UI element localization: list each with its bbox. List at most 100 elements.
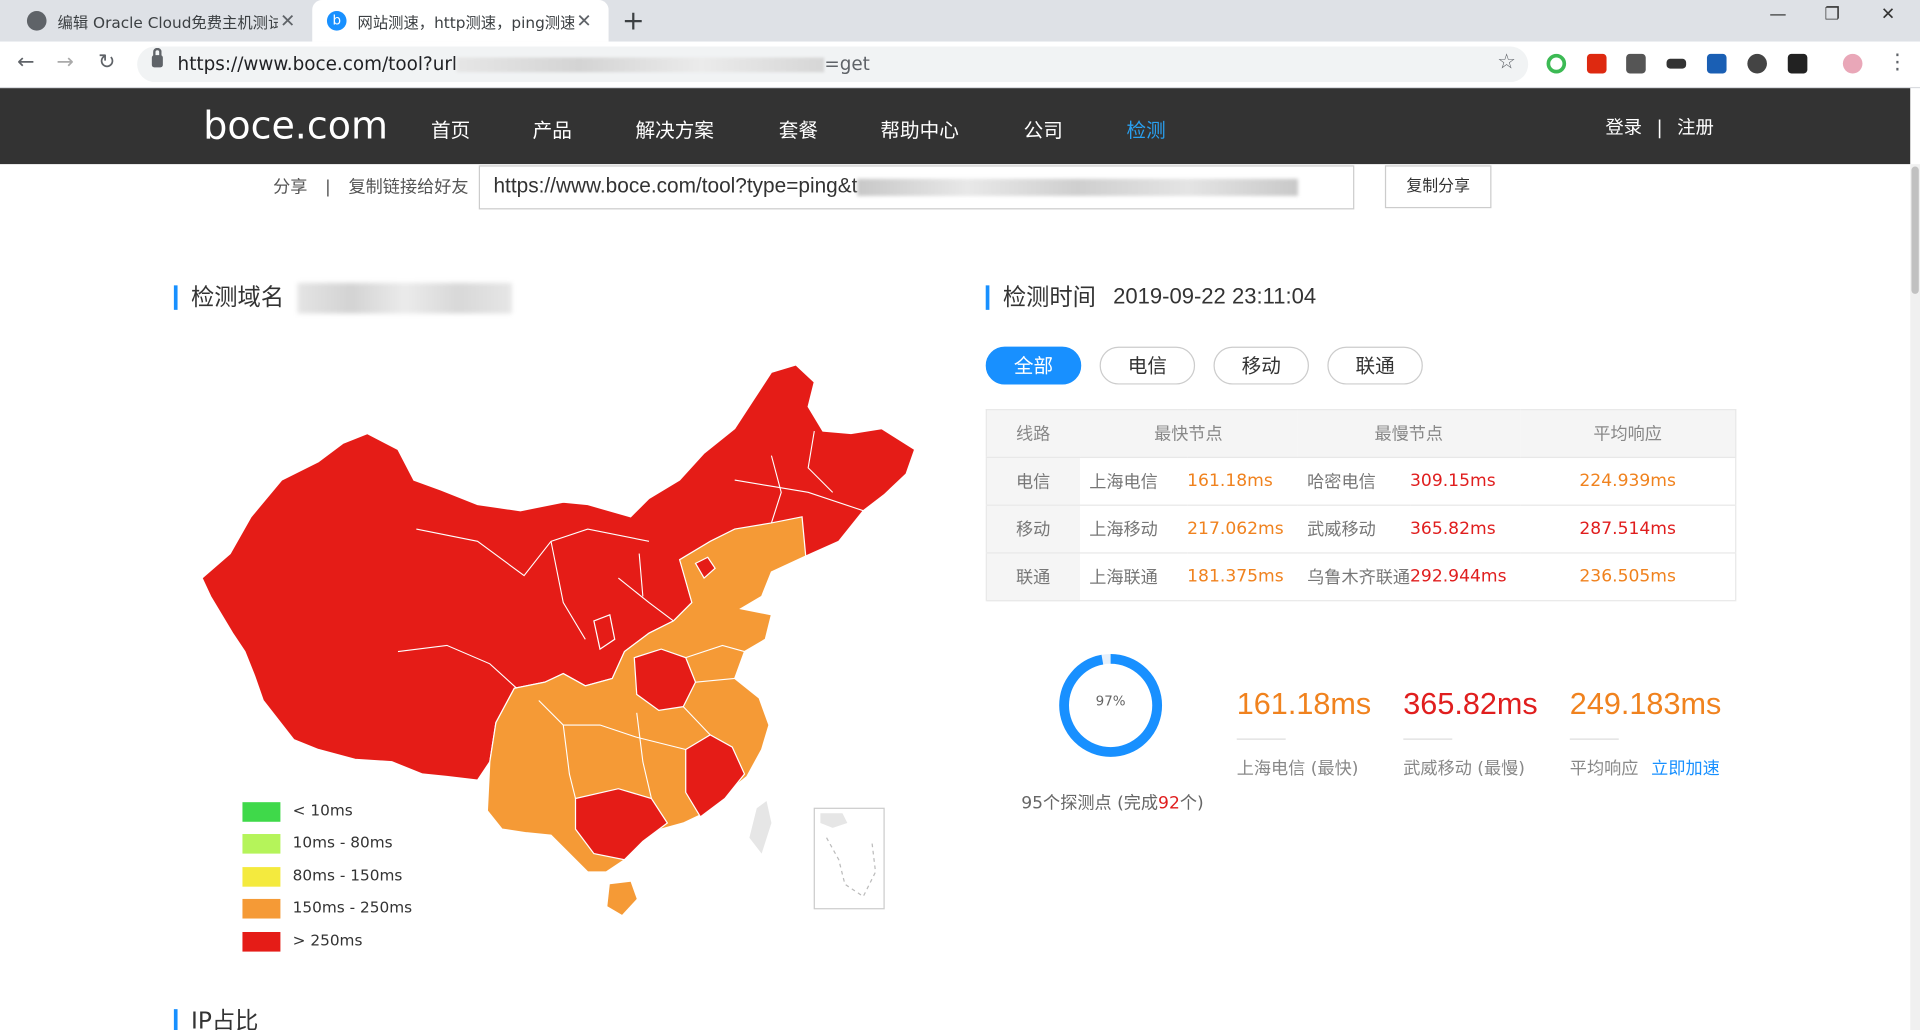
nav-help[interactable]: 帮助中心 <box>880 114 958 143</box>
fastest-value: 161.18ms <box>1236 687 1372 722</box>
nav-packages[interactable]: 套餐 <box>779 114 818 143</box>
login-link[interactable]: 登录 <box>1605 116 1642 138</box>
legend-label: 80ms - 150ms <box>292 865 403 885</box>
fast-ms: 161.18ms <box>1187 457 1298 506</box>
row-line: 联通 <box>986 552 1080 602</box>
fastest-caption: 上海电信 (最快) <box>1236 759 1359 779</box>
nav-company[interactable]: 公司 <box>1024 114 1063 143</box>
tab-title: 网站测速，http测速，ping测速 <box>357 12 575 32</box>
share-label-row: 分享 | 复制链接给好友 <box>273 174 468 198</box>
avg-ms: 236.505ms <box>1520 552 1736 602</box>
copy-share-button[interactable]: 复制分享 <box>1384 165 1492 209</box>
close-tab-icon[interactable]: ✕ <box>278 10 298 32</box>
legend-item: > 250ms <box>242 931 362 951</box>
legend-swatch <box>242 931 281 951</box>
fastest-divider <box>1236 738 1286 740</box>
filter-all[interactable]: 全部 <box>985 346 1082 385</box>
auth-separator: | <box>1656 116 1663 139</box>
extension-m-icon[interactable] <box>1626 53 1646 74</box>
forward-icon[interactable]: → <box>56 50 73 74</box>
map-region-taiwan[interactable] <box>749 800 772 854</box>
probe-done: 92 <box>1158 793 1180 814</box>
minimize-icon[interactable]: — <box>1769 5 1786 25</box>
row-line: 电信 <box>986 457 1080 506</box>
filter-mobile[interactable]: 移动 <box>1213 346 1309 385</box>
extension-badge-icon[interactable] <box>1787 53 1808 74</box>
slow-ms: 365.82ms <box>1410 505 1521 554</box>
filter-telecom[interactable]: 电信 <box>1099 346 1196 385</box>
domain-redacted <box>297 282 512 314</box>
legend-swatch <box>242 833 281 854</box>
col-slow: 最慢节点 <box>1297 409 1521 459</box>
url-redacted <box>456 56 825 72</box>
share-url-redacted <box>857 178 1299 196</box>
tab-boce[interactable]: b 网站测速，http测速，ping测速 ✕ <box>312 0 609 42</box>
legend-swatch <box>242 898 281 918</box>
extension-blue-icon[interactable] <box>1706 53 1727 74</box>
map-region-hainan[interactable] <box>607 881 637 915</box>
legend-swatch <box>242 866 281 887</box>
fast-node: 上海电信 <box>1079 457 1188 506</box>
extension-bird-icon[interactable] <box>1747 53 1767 74</box>
menu-icon[interactable]: ⋮ <box>1887 50 1908 74</box>
nav-detect[interactable]: 检测 <box>1127 114 1166 143</box>
reload-icon[interactable]: ↻ <box>98 50 115 74</box>
col-fast: 最快节点 <box>1079 409 1298 459</box>
browser-toolbar: ← → ↻ https://www.boce.com/tool?url =get … <box>0 41 1920 89</box>
maximize-icon[interactable]: ❐ <box>1825 5 1840 25</box>
slowest-caption: 武威移动 (最慢) <box>1403 759 1525 779</box>
probe-suffix: 个) <box>1179 793 1204 814</box>
site-logo[interactable]: boce.com <box>203 104 388 148</box>
legend-label: 150ms - 250ms <box>292 897 413 917</box>
extension-mask-icon[interactable] <box>1666 58 1687 69</box>
avg-ms: 287.514ms <box>1520 505 1736 554</box>
table-row: 联通 上海联通 181.375ms 乌鲁木齐联通 292.944ms 236.5… <box>986 552 1736 602</box>
table-row: 电信 上海电信 161.18ms 哈密电信 309.15ms 224.939ms <box>986 457 1736 506</box>
legend-item: 150ms - 250ms <box>242 898 412 918</box>
scrollbar-thumb[interactable] <box>1911 166 1919 294</box>
back-icon[interactable]: ← <box>17 50 34 74</box>
col-line: 线路 <box>986 409 1080 459</box>
tab-title: 编辑 Oracle Cloud免费主机测试 <box>57 12 278 32</box>
extension-circle-icon[interactable] <box>1546 53 1567 74</box>
address-bar[interactable]: https://www.boce.com/tool?url =get ☆ <box>137 46 1529 83</box>
slowest-divider <box>1403 738 1453 740</box>
share-url-input[interactable]: https://www.boce.com/tool?type=ping&t <box>478 165 1355 210</box>
share-separator: | <box>325 177 331 198</box>
close-tab-icon[interactable]: ✕ <box>574 10 594 32</box>
col-avg: 平均响应 <box>1520 409 1736 459</box>
nav-products[interactable]: 产品 <box>533 114 572 143</box>
slow-ms: 309.15ms <box>1410 457 1521 506</box>
fast-node: 上海移动 <box>1079 505 1188 554</box>
nav-home[interactable]: 首页 <box>431 114 470 143</box>
legend-label: 10ms - 80ms <box>292 832 393 852</box>
close-window-icon[interactable]: ✕ <box>1881 5 1895 25</box>
profile-avatar-icon[interactable] <box>1842 53 1863 74</box>
star-icon[interactable]: ☆ <box>1497 50 1516 74</box>
fast-node: 上海联通 <box>1079 552 1188 602</box>
tab-oracle[interactable]: 编辑 Oracle Cloud免费主机测试 ✕ <box>12 0 312 42</box>
extension-flag-icon[interactable] <box>1586 53 1607 74</box>
filter-unicom[interactable]: 联通 <box>1327 346 1423 385</box>
average-caption-row: 平均响应 立即加速 <box>1570 756 1720 780</box>
legend-item: < 10ms <box>242 801 353 822</box>
results-table: 线路 最快节点 最慢节点 平均响应 电信 上海电信 161.18ms 哈密电信 … <box>985 409 1737 602</box>
nav-solutions[interactable]: 解决方案 <box>636 114 714 143</box>
share-url-text: https://www.boce.com/tool?type=ping&t <box>493 173 858 198</box>
slow-node: 乌鲁木齐联通 <box>1297 552 1411 602</box>
domain-section-title: 检测域名 <box>173 285 284 310</box>
page-scrollbar[interactable] <box>1910 164 1920 1030</box>
slow-node: 武威移动 <box>1297 505 1411 554</box>
probe-prefix: 95个探测点 (完成 <box>1021 793 1159 814</box>
avg-ms: 224.939ms <box>1520 457 1736 506</box>
register-link[interactable]: 注册 <box>1677 116 1714 138</box>
average-divider <box>1569 738 1619 740</box>
legend-swatch <box>242 801 281 822</box>
site-nav: boce.com 首页 产品 解决方案 套餐 帮助中心 公司 检测 登录 | 注… <box>0 88 1911 165</box>
new-tab-icon[interactable]: + <box>622 6 645 37</box>
table-row: 移动 上海移动 217.062ms 武威移动 365.82ms 287.514m… <box>986 505 1736 554</box>
boce-favicon-icon: b <box>326 11 347 31</box>
table-header-row: 线路 最快节点 最慢节点 平均响应 <box>986 409 1736 459</box>
accelerate-link[interactable]: 立即加速 <box>1651 759 1720 779</box>
row-line: 移动 <box>986 505 1080 554</box>
